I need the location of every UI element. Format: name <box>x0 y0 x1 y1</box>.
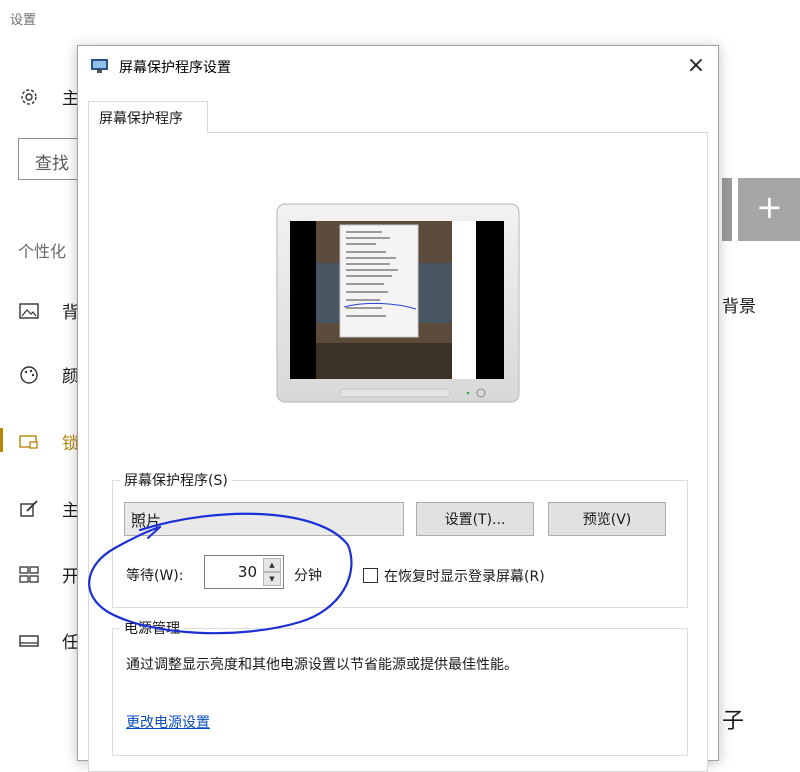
nav-item-start[interactable]: 开 <box>18 562 79 587</box>
power-group-label: 电源管理 <box>120 618 184 638</box>
wait-unit: 分钟 <box>294 568 322 584</box>
monitor-preview <box>276 203 520 405</box>
start-grid-icon <box>18 564 40 586</box>
picture-icon <box>18 300 40 322</box>
settings-title: 设置 <box>10 13 37 28</box>
resume-logon-label[interactable]: 在恢复时显示登录屏幕(R) <box>384 566 545 586</box>
close-button[interactable]: × <box>674 46 718 84</box>
theme-brush-icon <box>18 498 40 520</box>
preview-tile <box>722 178 732 241</box>
settings-button[interactable]: 设置(T)... <box>416 502 534 536</box>
background-text-2: 子 <box>722 709 745 734</box>
dialog-titlebar: 屏幕保护程序设置 × <box>78 46 718 88</box>
dialog-title: 屏幕保护程序设置 <box>119 60 231 76</box>
screensaver-group-label: 屏幕保护程序(S) <box>120 470 232 490</box>
wait-minutes-stepper[interactable]: 30 ▲ ▼ <box>204 555 284 589</box>
chevron-down-icon: ﹀ <box>131 512 145 528</box>
change-power-settings-link[interactable]: 更改电源设置 <box>126 712 210 732</box>
screensaver-dialog: 屏幕保护程序设置 × 屏幕保护程序 屏幕保护程序(S) 照片 ﹀ 设置(T)..… <box>77 45 719 772</box>
plus-icon: + <box>756 188 783 226</box>
preview-button[interactable]: 预览(V) <box>548 502 666 536</box>
background-text: 背景 <box>722 297 756 317</box>
screensaver-select[interactable]: 照片 ﹀ <box>124 502 404 536</box>
nav-item-lock-screen[interactable]: 锁 <box>18 429 79 454</box>
power-group <box>112 628 688 756</box>
screensaver-group <box>112 480 688 608</box>
display-app-icon <box>91 58 108 73</box>
nav-item-colors[interactable]: 颜 <box>18 362 79 387</box>
power-description: 通过调整显示亮度和其他电源设置以节省能源或提供最佳性能。 <box>126 657 518 673</box>
nav-item-background[interactable]: 背 <box>18 298 79 323</box>
add-tile[interactable]: + <box>738 178 800 241</box>
gear-icon <box>18 86 40 108</box>
palette-icon <box>18 364 40 386</box>
nav-item-taskbar[interactable]: 任 <box>18 628 79 653</box>
resume-logon-checkbox[interactable] <box>363 568 378 583</box>
selected-indicator <box>0 428 3 452</box>
lock-screen-icon <box>18 431 40 453</box>
search-text: 查找 <box>35 154 69 174</box>
nav-item-home[interactable]: 主 <box>18 84 79 109</box>
wait-label: 等待(W): <box>126 568 184 584</box>
taskbar-icon <box>18 630 40 652</box>
decrement-button[interactable]: ▼ <box>263 572 281 586</box>
nav-item-themes[interactable]: 主 <box>18 496 79 521</box>
section-label: 个性化 <box>18 242 67 261</box>
wait-value: 30 <box>237 563 257 581</box>
increment-button[interactable]: ▲ <box>263 558 281 572</box>
tab-screensaver[interactable]: 屏幕保护程序 <box>88 101 208 133</box>
